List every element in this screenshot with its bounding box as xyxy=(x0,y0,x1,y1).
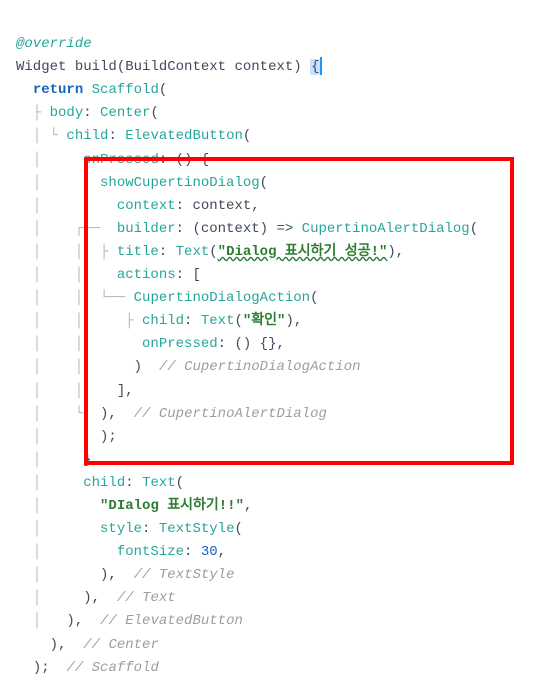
code-block: @override Widget build(BuildContext cont… xyxy=(16,10,532,680)
cursor xyxy=(320,57,322,75)
annotation-override: @override xyxy=(16,36,92,52)
